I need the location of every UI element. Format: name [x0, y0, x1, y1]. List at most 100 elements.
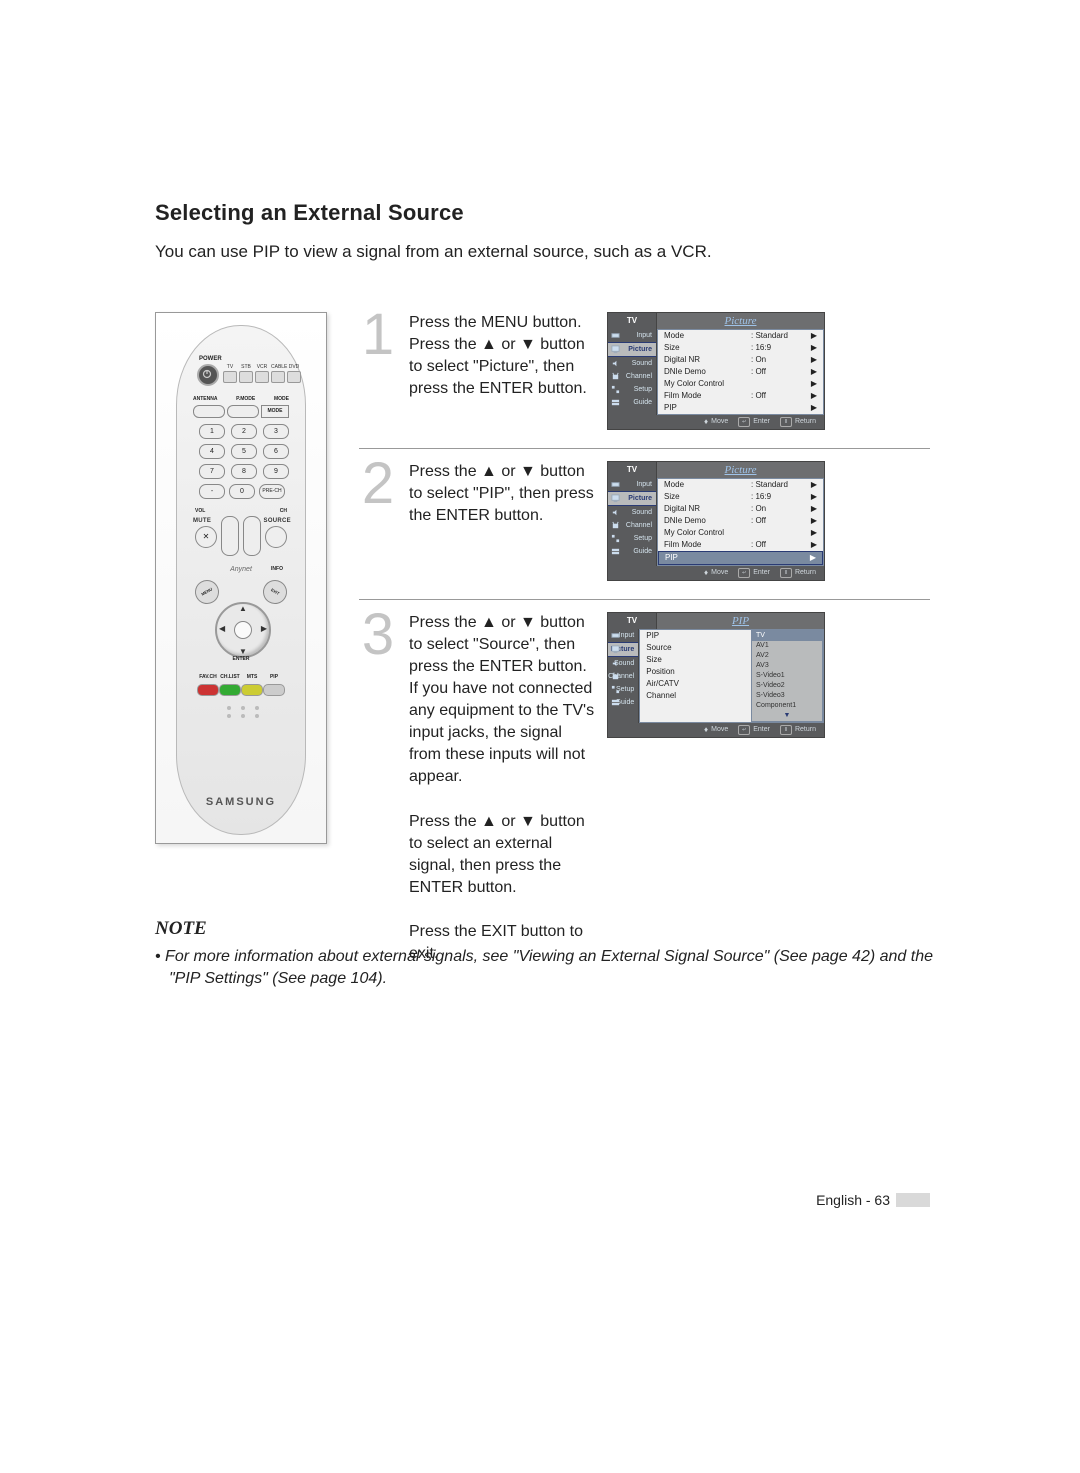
osd-side-item: Channel — [608, 670, 638, 683]
ch-rocker — [243, 516, 261, 556]
num-button: 3 — [263, 424, 289, 439]
note-body: • For more information about external si… — [169, 946, 945, 989]
page-footer: English - 63 — [816, 1192, 890, 1208]
osd-side-item: Setup — [608, 383, 656, 396]
picture-icon — [611, 345, 620, 354]
osd-row: Size: 16:9▶ — [658, 491, 823, 503]
osd-row: My Color Control▶ — [658, 378, 823, 390]
num-button: 6 — [263, 444, 289, 459]
osd-row: Position — [640, 666, 751, 678]
mute-label: MUTE — [193, 518, 211, 524]
info-label: INFO — [271, 566, 283, 572]
osd-row: Film Mode: Off▶ — [658, 390, 823, 402]
num-button: 8 — [231, 464, 257, 479]
step: 1 Press the MENU button.Press the ▲ or ▼… — [359, 312, 930, 449]
osd-footer: ♦ Move↵ EnterII Return — [608, 415, 824, 429]
osd-row: Mode: Standard▶ — [658, 479, 823, 491]
osd-side-item: Picture — [608, 342, 656, 357]
remote-illustration: POWER TV STB VCR CABLE DVD — [155, 312, 327, 844]
osd-source-option: S-Video3 — [752, 691, 822, 701]
osd-row: Air/CATV — [640, 678, 751, 690]
page-title: Selecting an External Source — [155, 200, 930, 226]
number-pad: 1 2 3 4 5 6 7 8 9 — [199, 424, 291, 482]
osd-side-item: Picture — [608, 491, 656, 506]
osd-source-option: TV — [752, 631, 822, 641]
device-button — [255, 371, 269, 383]
guide-icon — [611, 698, 620, 707]
osd-side-item: Channel — [608, 519, 656, 532]
top-label: STB — [239, 364, 253, 370]
scroll-down-icon: ▼ — [752, 711, 822, 721]
grey-button — [263, 684, 285, 696]
num-button: 4 — [199, 444, 225, 459]
color-label: MTS — [241, 674, 263, 680]
mode-label: MODE — [274, 396, 289, 402]
osd-side-item: Setup — [608, 532, 656, 545]
power-button — [197, 364, 219, 386]
input-icon — [611, 480, 620, 489]
osd-side-item: Input — [608, 478, 656, 491]
device-button — [287, 371, 301, 383]
osd-side-item: Picture — [608, 642, 638, 657]
num-button: 1 — [199, 424, 225, 439]
osd-main: PIPSourceSizePositionAir/CATVChannelTVAV… — [639, 629, 824, 723]
osd-row: Size — [640, 654, 751, 666]
exit-button: EXIT — [259, 575, 292, 608]
step-text: Press the MENU button.Press the ▲ or ▼ b… — [409, 312, 595, 430]
menu-button: MENU — [191, 575, 224, 608]
picture-icon — [611, 494, 620, 503]
osd-source-option: AV2 — [752, 651, 822, 661]
step-number: 2 — [359, 461, 397, 581]
anynet-label: Anynet — [177, 566, 305, 573]
num-button: 5 — [231, 444, 257, 459]
osd-side-item: Sound — [608, 357, 656, 370]
footer-bar — [896, 1193, 930, 1207]
osd-side-item: Input — [608, 329, 656, 342]
osd-sidebar: InputPictureSoundChannelSetupGuide — [608, 329, 657, 415]
pmode-button — [227, 405, 259, 418]
device-button — [271, 371, 285, 383]
osd-side-item: Guide — [608, 545, 656, 558]
osd-main: Mode: Standard▶Size: 16:9▶Digital NR: On… — [657, 478, 824, 566]
note-section: NOTE • For more information about extern… — [155, 918, 945, 989]
picture-icon — [611, 645, 620, 654]
top-label: CABLE — [271, 364, 285, 370]
green-button — [219, 684, 241, 696]
steps-column: 1 Press the MENU button.Press the ▲ or ▼… — [359, 312, 930, 995]
prech-button: PRE-CH — [259, 484, 285, 499]
source-label: SOURCE — [264, 518, 291, 524]
osd-screen: TVPIP InputPictureSoundChannelSetupGuide… — [607, 612, 825, 738]
osd-sidebar: InputPictureSoundChannelSetupGuide — [608, 478, 657, 566]
mute-button: ✕ — [195, 526, 217, 548]
osd-footer: ♦ Move↵ EnterII Return — [608, 723, 824, 737]
osd-title: Picture — [657, 313, 824, 329]
osd-source-option: S-Video1 — [752, 671, 822, 681]
osd-side-item: Setup — [608, 683, 638, 696]
step-number: 1 — [359, 312, 397, 430]
enter-label: ENTER — [177, 656, 305, 662]
osd-screen: TVPicture InputPictureSoundChannelSetupG… — [607, 312, 825, 430]
vol-rocker — [221, 516, 239, 556]
osd-row: DNIe Demo: Off▶ — [658, 366, 823, 378]
osd-title: PIP — [657, 613, 824, 629]
channel-icon — [611, 672, 620, 681]
osd-row: My Color Control▶ — [658, 527, 823, 539]
mode-button: MODE — [261, 405, 289, 418]
color-label: FAV.CH — [197, 674, 219, 680]
osd-screen: TVPicture InputPictureSoundChannelSetupG… — [607, 461, 825, 581]
top-label: DVD — [287, 364, 301, 370]
antenna-button — [193, 405, 225, 418]
osd-row: Film Mode: Off▶ — [658, 539, 823, 551]
red-button — [197, 684, 219, 696]
guide-icon — [611, 547, 620, 556]
osd-container: TVPIP InputPictureSoundChannelSetupGuide… — [607, 612, 930, 965]
input-icon — [611, 631, 620, 640]
osd-row: Digital NR: On▶ — [658, 503, 823, 515]
osd-corner: TV — [608, 613, 657, 629]
device-button — [223, 371, 237, 383]
setup-icon — [611, 534, 620, 543]
top-label: TV — [223, 364, 237, 370]
pmode-label: P.MODE — [236, 396, 255, 402]
yellow-button — [241, 684, 263, 696]
note-heading: NOTE — [155, 918, 945, 940]
